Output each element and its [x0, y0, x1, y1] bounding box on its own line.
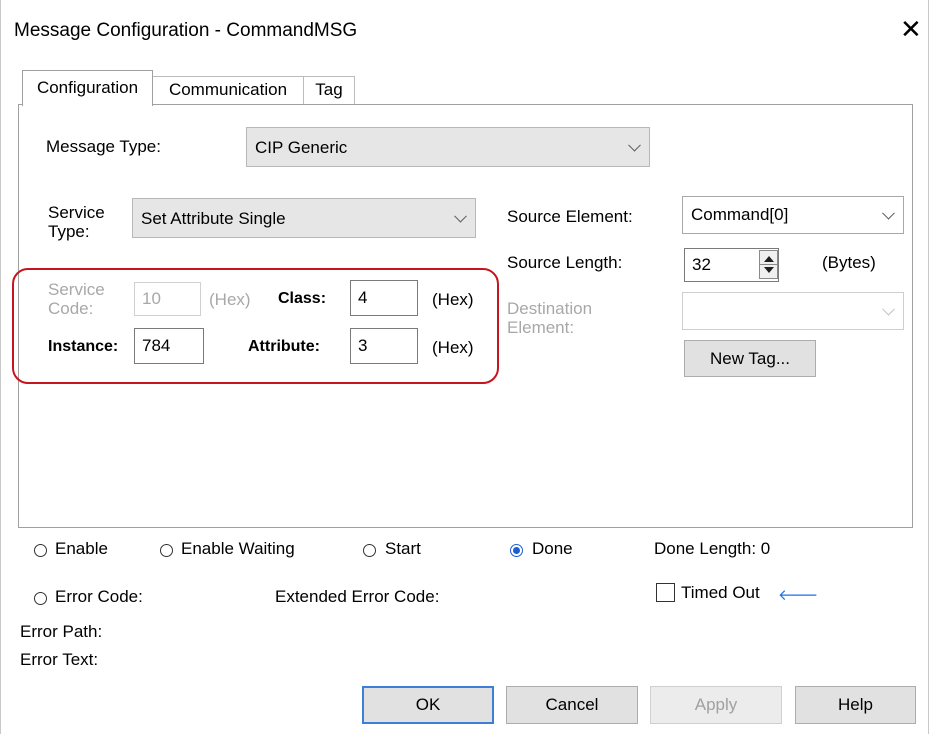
spin-up-icon[interactable] [764, 256, 774, 262]
start-radio[interactable] [363, 544, 376, 557]
done-length: Done Length: 0 [654, 539, 771, 558]
source-element-label: Source Element: [507, 207, 633, 226]
destination-element-dropdown[interactable] [682, 292, 904, 330]
new-tag-button[interactable]: New Tag... [684, 340, 816, 377]
tab-communication[interactable]: Communication [152, 76, 304, 104]
cancel-button[interactable]: Cancel [506, 686, 638, 724]
source-element-value: Command[0] [691, 205, 789, 224]
done-radio[interactable] [510, 544, 523, 557]
service-type-value: Set Attribute Single [141, 209, 286, 228]
enable-label: Enable [55, 539, 108, 558]
class-input[interactable]: 4 [350, 280, 418, 316]
service-code-unit: (Hex) [209, 290, 251, 309]
service-type-dropdown[interactable]: Set Attribute Single [132, 198, 476, 238]
ok-button[interactable]: OK [362, 686, 494, 724]
source-length-label: Source Length: [507, 253, 623, 272]
error-text-label: Error Text: [20, 650, 99, 669]
close-icon[interactable]: ✕ [900, 14, 922, 44]
error-code-label: Error Code: [55, 587, 143, 606]
class-unit: (Hex) [432, 290, 474, 309]
class-label: Class: [278, 290, 327, 307]
message-type-value: CIP Generic [255, 138, 348, 157]
help-button[interactable]: Help [795, 686, 916, 724]
enable-radio[interactable] [34, 544, 47, 557]
destination-element-label-line2: Element: [507, 318, 575, 337]
start-label: Start [385, 539, 421, 558]
message-configuration-dialog: Message Configuration - CommandMSG ✕ Con… [0, 0, 934, 734]
chevron-down-icon [454, 209, 467, 223]
spin-down-icon[interactable] [764, 267, 774, 273]
error-code-radio[interactable] [34, 592, 47, 605]
spinner-divider [760, 264, 777, 265]
done-label: Done [532, 539, 573, 558]
destination-element-label-line1: Destination [507, 299, 593, 318]
attribute-label: Attribute: [248, 338, 320, 355]
apply-button[interactable]: Apply [650, 686, 782, 724]
enable-waiting-label: Enable Waiting [181, 539, 295, 558]
message-type-label: Message Type: [46, 137, 161, 156]
service-code-label-line1: Service [48, 280, 105, 299]
chevron-down-icon [628, 138, 641, 152]
chevron-down-icon [882, 302, 895, 316]
extended-error-code-label: Extended Error Code: [275, 587, 440, 606]
attribute-unit: (Hex) [432, 338, 474, 357]
enable-waiting-radio[interactable] [160, 544, 173, 557]
source-length-spinner[interactable] [759, 250, 778, 279]
service-type-label-line1: Service [48, 203, 105, 222]
source-element-dropdown[interactable]: Command[0] [682, 196, 904, 234]
service-type-label-line2: Type: [48, 222, 90, 241]
instance-input[interactable]: 784 [134, 328, 204, 364]
error-path-label: Error Path: [20, 622, 103, 641]
tab-tag[interactable]: Tag [303, 76, 355, 104]
tab-configuration[interactable]: Configuration [22, 70, 153, 106]
instance-label: Instance: [48, 338, 119, 355]
source-length-unit: (Bytes) [822, 253, 876, 272]
window-right-border [928, 0, 929, 734]
window-left-border [0, 0, 1, 734]
chevron-down-icon [882, 206, 895, 220]
message-type-dropdown[interactable]: CIP Generic [246, 127, 650, 167]
window-title: Message Configuration - CommandMSG [14, 20, 358, 41]
arrow-left-icon: 🡐 [778, 587, 819, 604]
attribute-input[interactable]: 3 [350, 328, 418, 364]
timed-out-label: Timed Out [681, 583, 760, 602]
service-code-label-line2: Code: [48, 299, 94, 318]
service-code-input[interactable]: 10 [134, 282, 201, 316]
timed-out-checkbox[interactable] [656, 583, 675, 602]
